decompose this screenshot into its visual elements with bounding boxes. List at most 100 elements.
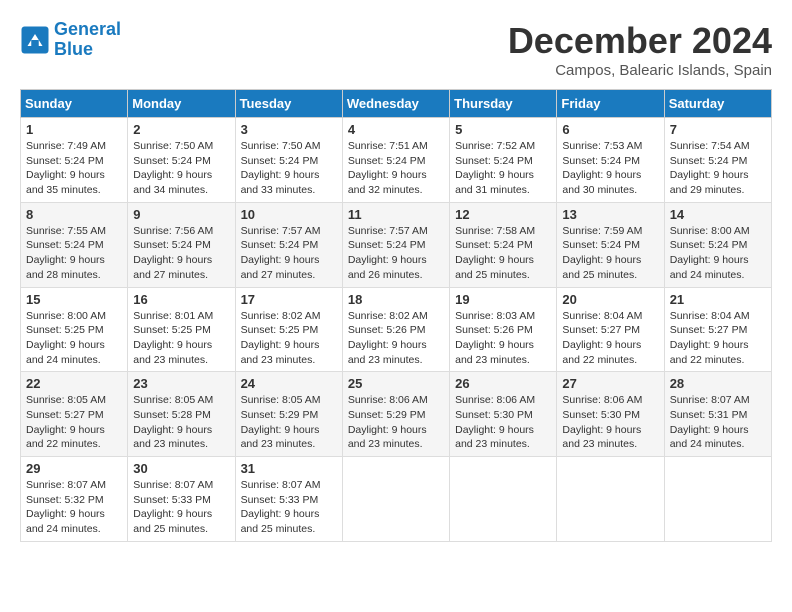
day-number: 19 (455, 292, 551, 307)
day-info: Sunrise: 7:51 AM Sunset: 5:24 PM Dayligh… (348, 139, 444, 198)
calendar-day-cell: 17 Sunrise: 8:02 AM Sunset: 5:25 PM Dayl… (235, 287, 342, 372)
day-info: Sunrise: 7:56 AM Sunset: 5:24 PM Dayligh… (133, 224, 229, 283)
calendar-day-cell (450, 457, 557, 542)
day-number: 6 (562, 122, 658, 137)
calendar-day-cell: 14 Sunrise: 8:00 AM Sunset: 5:24 PM Dayl… (664, 202, 771, 287)
day-number: 14 (670, 207, 766, 222)
day-number: 24 (241, 376, 337, 391)
calendar-table: SundayMondayTuesdayWednesdayThursdayFrid… (20, 89, 772, 542)
logo-line2: Blue (54, 39, 93, 59)
day-number: 10 (241, 207, 337, 222)
day-info: Sunrise: 7:55 AM Sunset: 5:24 PM Dayligh… (26, 224, 122, 283)
calendar-day-cell: 13 Sunrise: 7:59 AM Sunset: 5:24 PM Dayl… (557, 202, 664, 287)
calendar-day-cell: 2 Sunrise: 7:50 AM Sunset: 5:24 PM Dayli… (128, 118, 235, 203)
day-number: 4 (348, 122, 444, 137)
calendar-day-cell: 18 Sunrise: 8:02 AM Sunset: 5:26 PM Dayl… (342, 287, 449, 372)
day-info: Sunrise: 7:58 AM Sunset: 5:24 PM Dayligh… (455, 224, 551, 283)
day-info: Sunrise: 8:05 AM Sunset: 5:27 PM Dayligh… (26, 393, 122, 452)
calendar-day-cell: 10 Sunrise: 7:57 AM Sunset: 5:24 PM Dayl… (235, 202, 342, 287)
calendar-day-cell: 25 Sunrise: 8:06 AM Sunset: 5:29 PM Dayl… (342, 372, 449, 457)
day-info: Sunrise: 7:53 AM Sunset: 5:24 PM Dayligh… (562, 139, 658, 198)
calendar-day-cell: 27 Sunrise: 8:06 AM Sunset: 5:30 PM Dayl… (557, 372, 664, 457)
day-number: 23 (133, 376, 229, 391)
calendar-day-cell: 24 Sunrise: 8:05 AM Sunset: 5:29 PM Dayl… (235, 372, 342, 457)
day-info: Sunrise: 8:02 AM Sunset: 5:25 PM Dayligh… (241, 309, 337, 368)
day-info: Sunrise: 8:04 AM Sunset: 5:27 PM Dayligh… (562, 309, 658, 368)
day-number: 25 (348, 376, 444, 391)
calendar-week-row: 22 Sunrise: 8:05 AM Sunset: 5:27 PM Dayl… (21, 372, 772, 457)
logo-text: General Blue (54, 20, 121, 60)
day-info: Sunrise: 7:49 AM Sunset: 5:24 PM Dayligh… (26, 139, 122, 198)
weekday-header: Friday (557, 90, 664, 118)
day-number: 16 (133, 292, 229, 307)
day-number: 20 (562, 292, 658, 307)
calendar-day-cell: 19 Sunrise: 8:03 AM Sunset: 5:26 PM Dayl… (450, 287, 557, 372)
day-number: 27 (562, 376, 658, 391)
day-info: Sunrise: 8:04 AM Sunset: 5:27 PM Dayligh… (670, 309, 766, 368)
calendar-day-cell: 1 Sunrise: 7:49 AM Sunset: 5:24 PM Dayli… (21, 118, 128, 203)
day-number: 30 (133, 461, 229, 476)
day-info: Sunrise: 8:00 AM Sunset: 5:25 PM Dayligh… (26, 309, 122, 368)
calendar-day-cell: 5 Sunrise: 7:52 AM Sunset: 5:24 PM Dayli… (450, 118, 557, 203)
day-info: Sunrise: 7:50 AM Sunset: 5:24 PM Dayligh… (133, 139, 229, 198)
calendar-day-cell (342, 457, 449, 542)
calendar-day-cell: 21 Sunrise: 8:04 AM Sunset: 5:27 PM Dayl… (664, 287, 771, 372)
calendar-week-row: 15 Sunrise: 8:00 AM Sunset: 5:25 PM Dayl… (21, 287, 772, 372)
calendar-day-cell: 29 Sunrise: 8:07 AM Sunset: 5:32 PM Dayl… (21, 457, 128, 542)
calendar-day-cell (664, 457, 771, 542)
day-number: 21 (670, 292, 766, 307)
calendar-day-cell: 15 Sunrise: 8:00 AM Sunset: 5:25 PM Dayl… (21, 287, 128, 372)
day-number: 13 (562, 207, 658, 222)
calendar-day-cell: 16 Sunrise: 8:01 AM Sunset: 5:25 PM Dayl… (128, 287, 235, 372)
weekday-header: Saturday (664, 90, 771, 118)
calendar-week-row: 8 Sunrise: 7:55 AM Sunset: 5:24 PM Dayli… (21, 202, 772, 287)
day-info: Sunrise: 8:07 AM Sunset: 5:32 PM Dayligh… (26, 478, 122, 537)
logo-icon (20, 25, 50, 55)
day-number: 5 (455, 122, 551, 137)
logo-line1: General (54, 19, 121, 39)
calendar-week-row: 29 Sunrise: 8:07 AM Sunset: 5:32 PM Dayl… (21, 457, 772, 542)
day-number: 11 (348, 207, 444, 222)
weekday-header: Thursday (450, 90, 557, 118)
day-info: Sunrise: 8:07 AM Sunset: 5:31 PM Dayligh… (670, 393, 766, 452)
weekday-header-row: SundayMondayTuesdayWednesdayThursdayFrid… (21, 90, 772, 118)
day-info: Sunrise: 8:00 AM Sunset: 5:24 PM Dayligh… (670, 224, 766, 283)
day-info: Sunrise: 8:07 AM Sunset: 5:33 PM Dayligh… (241, 478, 337, 537)
calendar-day-cell: 23 Sunrise: 8:05 AM Sunset: 5:28 PM Dayl… (128, 372, 235, 457)
calendar-day-cell: 22 Sunrise: 8:05 AM Sunset: 5:27 PM Dayl… (21, 372, 128, 457)
calendar-day-cell (557, 457, 664, 542)
calendar-day-cell: 26 Sunrise: 8:06 AM Sunset: 5:30 PM Dayl… (450, 372, 557, 457)
day-info: Sunrise: 8:02 AM Sunset: 5:26 PM Dayligh… (348, 309, 444, 368)
calendar-day-cell: 28 Sunrise: 8:07 AM Sunset: 5:31 PM Dayl… (664, 372, 771, 457)
calendar-day-cell: 6 Sunrise: 7:53 AM Sunset: 5:24 PM Dayli… (557, 118, 664, 203)
day-number: 22 (26, 376, 122, 391)
calendar-day-cell: 9 Sunrise: 7:56 AM Sunset: 5:24 PM Dayli… (128, 202, 235, 287)
day-number: 8 (26, 207, 122, 222)
calendar-day-cell: 11 Sunrise: 7:57 AM Sunset: 5:24 PM Dayl… (342, 202, 449, 287)
day-info: Sunrise: 8:05 AM Sunset: 5:29 PM Dayligh… (241, 393, 337, 452)
day-info: Sunrise: 7:57 AM Sunset: 5:24 PM Dayligh… (348, 224, 444, 283)
calendar-day-cell: 12 Sunrise: 7:58 AM Sunset: 5:24 PM Dayl… (450, 202, 557, 287)
page-header: General Blue December 2024 Campos, Balea… (20, 20, 772, 79)
calendar-day-cell: 4 Sunrise: 7:51 AM Sunset: 5:24 PM Dayli… (342, 118, 449, 203)
day-info: Sunrise: 8:06 AM Sunset: 5:29 PM Dayligh… (348, 393, 444, 452)
day-number: 29 (26, 461, 122, 476)
day-number: 9 (133, 207, 229, 222)
month-title: December 2024 (508, 20, 772, 62)
day-info: Sunrise: 8:05 AM Sunset: 5:28 PM Dayligh… (133, 393, 229, 452)
day-number: 31 (241, 461, 337, 476)
day-number: 12 (455, 207, 551, 222)
title-area: December 2024 Campos, Balearic Islands, … (508, 20, 772, 79)
day-info: Sunrise: 8:01 AM Sunset: 5:25 PM Dayligh… (133, 309, 229, 368)
calendar-day-cell: 20 Sunrise: 8:04 AM Sunset: 5:27 PM Dayl… (557, 287, 664, 372)
day-number: 28 (670, 376, 766, 391)
weekday-header: Monday (128, 90, 235, 118)
day-info: Sunrise: 8:03 AM Sunset: 5:26 PM Dayligh… (455, 309, 551, 368)
day-info: Sunrise: 8:07 AM Sunset: 5:33 PM Dayligh… (133, 478, 229, 537)
calendar-week-row: 1 Sunrise: 7:49 AM Sunset: 5:24 PM Dayli… (21, 118, 772, 203)
day-number: 18 (348, 292, 444, 307)
day-number: 2 (133, 122, 229, 137)
day-number: 26 (455, 376, 551, 391)
day-info: Sunrise: 7:52 AM Sunset: 5:24 PM Dayligh… (455, 139, 551, 198)
calendar-day-cell: 31 Sunrise: 8:07 AM Sunset: 5:33 PM Dayl… (235, 457, 342, 542)
